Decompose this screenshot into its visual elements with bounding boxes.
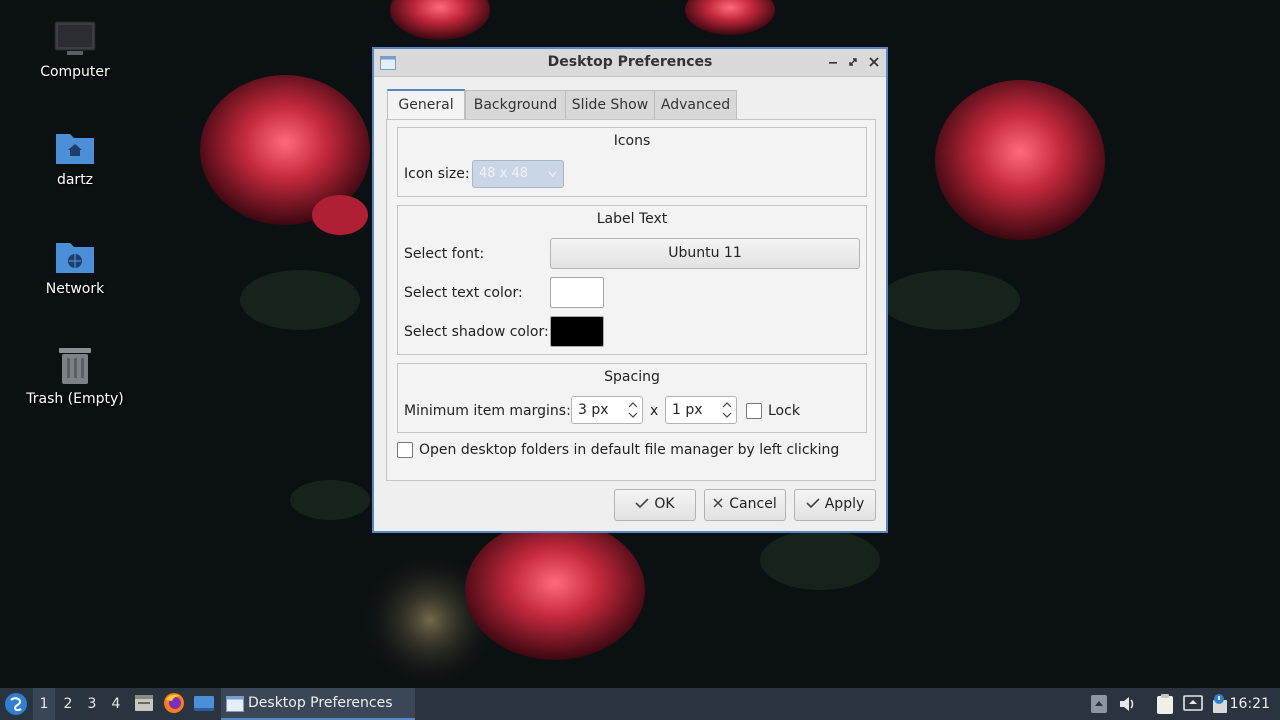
- label-text-group: Label Text Select font: Ubuntu 11 Select…: [397, 205, 867, 355]
- group-title-spacing: Spacing: [604, 369, 660, 385]
- dialog-titlebar[interactable]: Desktop Preferences: [374, 49, 886, 77]
- check-icon: [806, 498, 820, 509]
- open-folders-label: Open desktop folders in default file man…: [419, 442, 840, 458]
- taskbar-window-desktop-preferences[interactable]: Desktop Preferences: [221, 688, 415, 720]
- network-status-icon[interactable]: [1183, 694, 1203, 714]
- font-label: Select font:: [404, 246, 485, 262]
- trash-icon: [59, 348, 91, 384]
- cancel-button[interactable]: Cancel: [704, 489, 786, 521]
- desktop-icon-label: dartz: [56, 172, 94, 188]
- apply-button[interactable]: Apply: [794, 489, 876, 521]
- tab-advanced[interactable]: Advanced: [654, 90, 737, 120]
- cancel-x-icon: [713, 498, 723, 508]
- volume-icon[interactable]: [1118, 694, 1138, 714]
- minimize-icon[interactable]: [826, 55, 840, 69]
- clipboard-icon[interactable]: [1155, 693, 1175, 715]
- show-desktop-icon[interactable]: [193, 692, 215, 714]
- desktop-icon-home[interactable]: dartz: [20, 128, 130, 188]
- shadow-color-button[interactable]: [550, 316, 604, 347]
- icon-size-select[interactable]: 48 x 48: [472, 160, 564, 188]
- taskbar-window-label: Desktop Preferences: [248, 695, 393, 711]
- firefox-icon[interactable]: [163, 692, 185, 714]
- maximize-icon[interactable]: [846, 55, 860, 69]
- group-title-label-text: Label Text: [596, 211, 668, 227]
- desktop-icon-label: Network: [45, 281, 105, 297]
- home-folder-icon: [56, 134, 94, 164]
- check-icon: [635, 498, 649, 509]
- lock-checkbox[interactable]: [746, 403, 762, 419]
- desktop-icon-label: Computer: [40, 64, 110, 80]
- margin-x-value: 3 px: [578, 402, 609, 418]
- spin-arrows-icon[interactable]: [721, 399, 733, 421]
- margin-separator: x: [650, 403, 659, 419]
- shadow-color-label: Select shadow color:: [404, 324, 549, 340]
- chevron-down-icon: [548, 171, 557, 177]
- spacing-group: Spacing Minimum item margins: 3 px x 1 p…: [397, 363, 867, 433]
- margin-y-value: 1 px: [672, 402, 703, 418]
- start-menu-icon[interactable]: [4, 692, 28, 716]
- apply-label: Apply: [824, 496, 865, 512]
- taskbar: 1 2 3 4 Desktop Preferences 16:21: [0, 688, 1280, 720]
- computer-icon: [54, 21, 96, 55]
- desktop-icon-trash[interactable]: Trash (Empty): [20, 345, 130, 407]
- tab-background[interactable]: Background: [465, 90, 566, 120]
- window-icon: [226, 696, 244, 712]
- text-color-label: Select text color:: [404, 285, 523, 301]
- margin-y-spinbox[interactable]: 1 px: [665, 396, 737, 424]
- desktop-icon-label: Trash (Empty): [26, 391, 124, 407]
- desktop-icon-computer[interactable]: Computer: [20, 20, 130, 80]
- ok-label: OK: [654, 496, 675, 512]
- update-notifier-icon[interactable]: [1210, 693, 1230, 715]
- spin-arrows-icon[interactable]: [627, 399, 639, 421]
- open-folders-checkbox[interactable]: [397, 442, 413, 458]
- tab-general[interactable]: General: [387, 89, 465, 120]
- text-color-button[interactable]: [550, 277, 604, 308]
- icon-size-value: 48 x 48: [479, 166, 529, 181]
- ok-button[interactable]: OK: [614, 489, 696, 521]
- margin-x-spinbox[interactable]: 3 px: [571, 396, 643, 424]
- workspace-3[interactable]: 3: [81, 688, 103, 720]
- clock[interactable]: 16:21: [1230, 696, 1270, 712]
- lock-label: Lock: [768, 403, 800, 419]
- icons-group: Icons Icon size: 48 x 48: [397, 127, 867, 197]
- dialog-title: Desktop Preferences: [547, 54, 713, 70]
- workspace-4[interactable]: 4: [105, 688, 127, 720]
- workspace-2[interactable]: 2: [57, 688, 79, 720]
- network-folder-icon: [56, 243, 94, 273]
- workspace-1[interactable]: 1: [33, 688, 55, 720]
- group-title-icons: Icons: [613, 133, 651, 149]
- general-tab-panel: Icons Icon size: 48 x 48 Label Text Sele…: [386, 119, 876, 481]
- tab-slide-show[interactable]: Slide Show: [565, 90, 655, 120]
- desktop-preferences-dialog: Desktop Preferences General Background S…: [372, 47, 888, 533]
- font-button[interactable]: Ubuntu 11: [550, 238, 860, 269]
- icon-size-label: Icon size:: [404, 166, 470, 182]
- margins-label: Minimum item margins:: [404, 403, 571, 419]
- file-manager-icon[interactable]: [133, 692, 155, 714]
- desktop-icon-network[interactable]: Network: [20, 237, 130, 297]
- tray-expand-icon[interactable]: [1090, 694, 1108, 714]
- cancel-label: Cancel: [729, 496, 777, 512]
- close-icon[interactable]: [867, 55, 881, 69]
